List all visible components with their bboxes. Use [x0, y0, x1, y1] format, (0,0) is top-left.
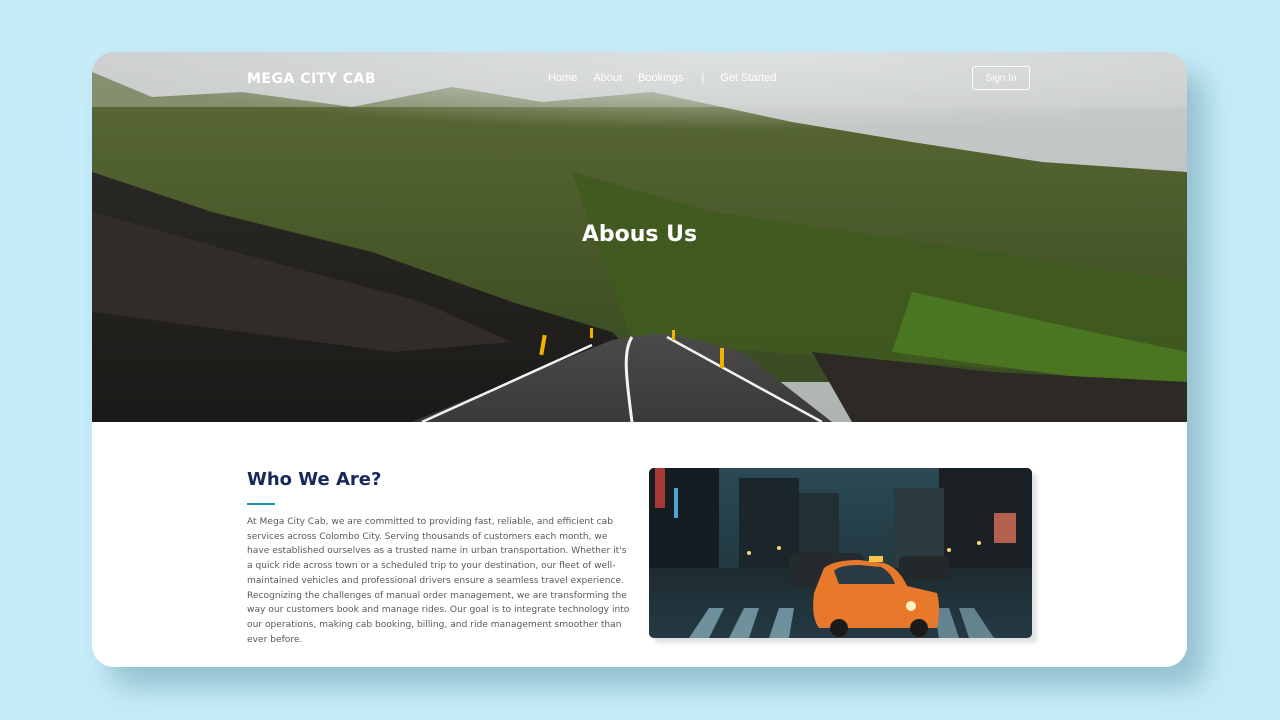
sign-in-button[interactable]: Sign In [972, 66, 1030, 90]
hero-title: Abous Us [581, 222, 698, 247]
nav-link-home[interactable]: Home [548, 72, 577, 84]
nav-link-get-started[interactable]: Get Started [720, 72, 776, 84]
brand-logo[interactable]: MEGA CITY CAB [247, 71, 376, 87]
hero-banner: MEGA CITY CAB Home About Bookings | Get … [92, 52, 1187, 422]
title-underline [247, 503, 275, 505]
top-navbar: MEGA CITY CAB Home About Bookings | Get … [92, 52, 1187, 112]
nav-link-about[interactable]: About [593, 72, 622, 84]
section-title: Who We Are? [247, 469, 382, 490]
city-taxi-image [649, 468, 1032, 638]
about-paragraph: At Mega City Cab, we are committed to pr… [247, 517, 630, 645]
browser-window: MEGA CITY CAB Home About Bookings | Get … [92, 52, 1187, 667]
nav-link-bookings[interactable]: Bookings [638, 72, 683, 84]
nav-menu: Home About Bookings | Get Started [548, 72, 792, 84]
about-section: Who We Are? At Mega City Cab, we are com… [92, 422, 1187, 667]
nav-separator: | [701, 72, 705, 84]
